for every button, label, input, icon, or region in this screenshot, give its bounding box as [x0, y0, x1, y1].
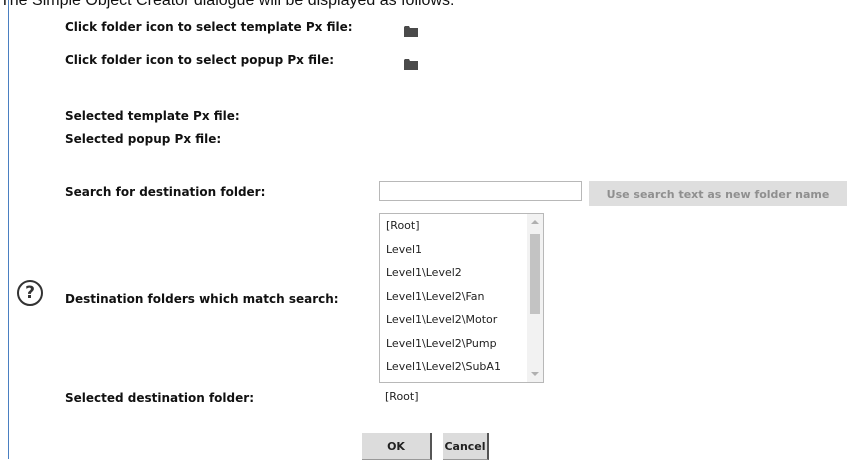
scroll-up-arrow-icon[interactable] — [531, 220, 539, 224]
popup-px-prompt: Click folder icon to select popup Px fil… — [65, 53, 335, 67]
list-item[interactable]: Level1\Level2\Pump — [380, 332, 525, 356]
destination-folder-list[interactable]: [Root] Level1 Level1\Level2 Level1\Level… — [379, 213, 544, 383]
template-px-prompt: Click folder icon to select template Px … — [65, 20, 353, 34]
ok-button[interactable]: OK — [362, 433, 432, 460]
list-item[interactable]: Level1\Level2\SubA1 — [380, 355, 525, 379]
search-input[interactable] — [379, 181, 582, 201]
intro-text: The Simple Object Creator dialogue will … — [0, 0, 455, 9]
help-icon[interactable]: ? — [17, 280, 43, 306]
list-item[interactable]: Level1\Level2\Motor — [380, 308, 525, 332]
selected-template-label: Selected template Px file: — [65, 109, 240, 123]
selected-popup-label: Selected popup Px file: — [65, 132, 222, 146]
list-item[interactable]: Level1\Level2 — [380, 261, 525, 285]
folder-icon[interactable] — [404, 55, 418, 70]
scrollbar-thumb[interactable] — [530, 234, 540, 314]
list-item[interactable]: Level1\Level2\Fan — [380, 285, 525, 309]
list-item[interactable]: Level1 — [380, 238, 525, 262]
left-border-line — [8, 0, 9, 459]
search-label: Search for destination folder: — [65, 185, 266, 199]
scroll-down-arrow-icon[interactable] — [531, 372, 539, 376]
list-item[interactable]: [Root] — [380, 214, 525, 238]
folder-icon[interactable] — [404, 22, 418, 37]
cancel-button[interactable]: Cancel — [443, 433, 489, 460]
selected-destination-label: Selected destination folder: — [65, 391, 254, 405]
list-scrollbar[interactable] — [527, 214, 543, 382]
use-search-text-button[interactable]: Use search text as new folder name — [589, 181, 847, 206]
selected-destination-value: [Root] — [385, 390, 419, 403]
destination-folders-label: Destination folders which match search: — [65, 292, 339, 306]
